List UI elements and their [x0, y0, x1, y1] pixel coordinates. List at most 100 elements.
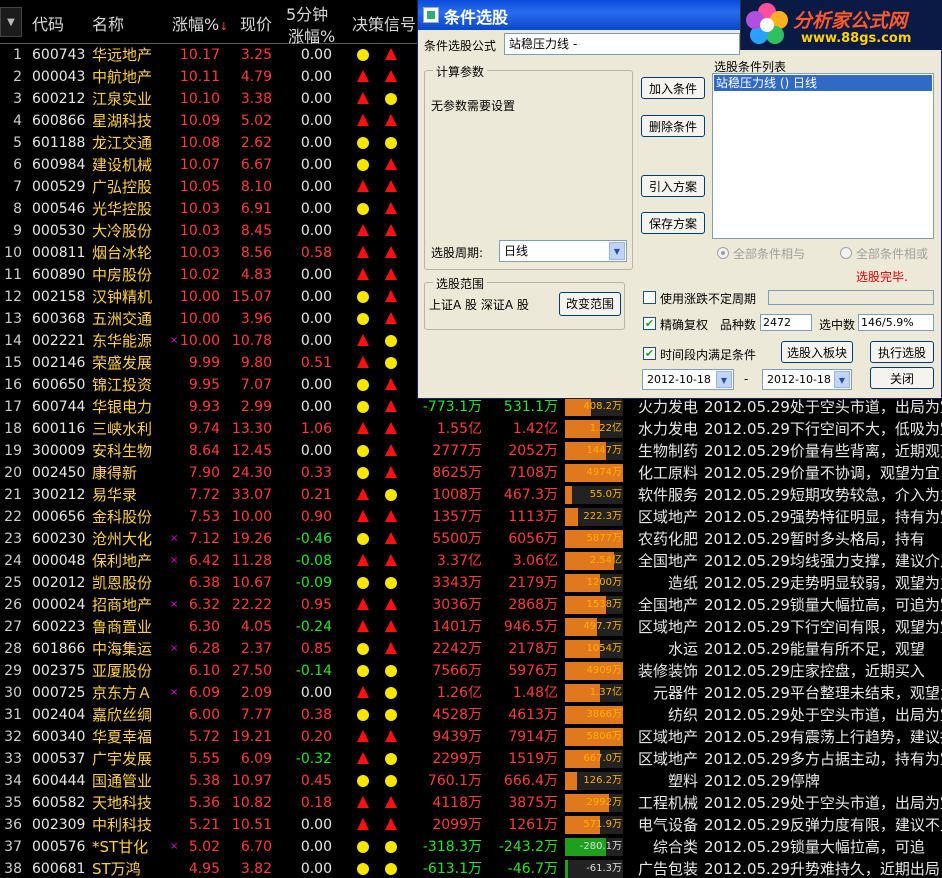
price: 6.67: [240, 157, 272, 173]
condition-list[interactable]: 站稳压力线 () 日线: [712, 73, 934, 239]
yellow-dot-icon: [357, 49, 369, 61]
date-from-picker[interactable]: 2012-10-18 ▼: [642, 369, 734, 390]
up-triangle-icon: [385, 378, 397, 390]
col-name[interactable]: 名称: [92, 11, 124, 35]
up-triangle-icon: [385, 510, 397, 522]
table-row[interactable]: 26 000024 招商地产 × 6.32 22.22 0.95 3036万 2868万 1538…: [0, 594, 942, 616]
flow-bar-label: -61.3万: [586, 863, 622, 874]
table-row[interactable]: 38 600681 ST万鸿 4.95 3.82 0.00 -613.1万 -46.7万 -61…: [0, 858, 942, 878]
signal-2: [384, 264, 398, 286]
up-triangle-icon: [385, 598, 397, 610]
table-row[interactable]: 19 300009 安科生物 8.64 12.45 0.00 2777万 2052万 1447万…: [0, 440, 942, 462]
delete-condition-button[interactable]: 删除条件: [641, 115, 705, 137]
run-screen-button[interactable]: 执行选股: [870, 341, 934, 363]
signal-2: [384, 594, 398, 616]
amount: 666.4万: [503, 773, 558, 789]
signal-2: [384, 176, 398, 198]
col-signal[interactable]: 决策信号: [352, 11, 416, 35]
close-button[interactable]: 关闭: [870, 367, 934, 389]
signal-1: [356, 484, 370, 506]
up-triangle-icon: [357, 180, 369, 192]
signal-1: [356, 154, 370, 176]
save-plan-button[interactable]: 保存方案: [641, 212, 705, 234]
signal-2: [384, 528, 398, 550]
change-range-button[interactable]: 改变范围: [559, 292, 621, 316]
date-to-picker[interactable]: 2012-10-18 ▼: [762, 369, 852, 390]
period-label: 选股周期:: [431, 246, 484, 260]
flow-bar-label: 1054万: [586, 643, 622, 654]
row-index: 19: [4, 443, 22, 459]
col-m5-top[interactable]: 5分钟: [286, 1, 328, 25]
up-triangle-icon: [385, 48, 397, 60]
stock-code: 600743: [32, 47, 86, 63]
table-row[interactable]: 35 600582 天地科技 5.36 10.82 0.18 4118万 3875万 2992万…: [0, 792, 942, 814]
up-triangle-icon: [385, 730, 397, 742]
net-flow: 2777万: [432, 443, 482, 459]
stock-name: 中利科技: [92, 816, 153, 834]
chevron-down-icon[interactable]: ▼: [834, 371, 850, 388]
radio-and[interactable]: [717, 247, 729, 259]
yellow-dot-icon: [357, 841, 369, 853]
amount: 946.5万: [503, 619, 558, 635]
table-row[interactable]: 30 000725 京东方Ａ × 6.09 2.09 0.00 1.26亿 1.48亿 1.37亿…: [0, 682, 942, 704]
table-row[interactable]: 25 002012 凯恩股份 6.38 10.67 -0.09 3343万 2179万 1200…: [0, 572, 942, 594]
table-row[interactable]: 20 002450 康得新 7.90 24.30 0.33 8625万 7108万 4974万 化…: [0, 462, 942, 484]
table-row[interactable]: 29 002375 亚厦股份 6.10 27.50 -0.14 7566万 5976万 4909…: [0, 660, 942, 682]
row-index: 28: [4, 641, 22, 657]
table-row[interactable]: 21 300212 易华录 7.72 33.07 0.21 1008万 467.3万 55.0万…: [0, 484, 942, 506]
up-triangle-icon: [385, 444, 397, 456]
col-price[interactable]: 现价: [240, 11, 272, 35]
precise-adjust-checkbox[interactable]: ✔: [643, 317, 656, 330]
table-row[interactable]: 23 600230 沧州大化 × 7.12 19.26 -0.46 5500万 6056万 587…: [0, 528, 942, 550]
table-row[interactable]: 36 002309 中利科技 5.21 10.51 0.00 2099万 1261万 571.9…: [0, 814, 942, 836]
radio-or[interactable]: [840, 247, 852, 259]
signal-1: [356, 66, 370, 88]
signal-1: [356, 176, 370, 198]
table-row[interactable]: 32 600340 华夏幸福 5.72 19.21 0.20 9439万 7914万 5806万…: [0, 726, 942, 748]
five-min-change: 0.85: [300, 641, 332, 657]
up-triangle-icon: [357, 818, 369, 830]
table-row[interactable]: 33 000537 广宇发展 5.55 6.09 -0.32 2299万 1519万 667.0…: [0, 748, 942, 770]
stock-code: 600230: [32, 531, 86, 547]
five-min-change: 0.33: [300, 465, 332, 481]
chevron-down-icon[interactable]: ▼: [716, 371, 732, 388]
table-row[interactable]: 34 600444 国通管业 5.38 10.97 0.45 760.1万 666.4万 126…: [0, 770, 942, 792]
table-row[interactable]: 27 600223 鲁商置业 6.30 4.05 -0.24 1401万 946.5万 497.…: [0, 616, 942, 638]
table-row[interactable]: 17 600744 华银电力 9.93 2.99 0.00 -773.1万 531.1万 408…: [0, 396, 942, 418]
signal-1: [356, 704, 370, 726]
add-condition-button[interactable]: 加入条件: [641, 77, 705, 99]
signal-1: [356, 506, 370, 528]
chevron-down-icon[interactable]: ▼: [609, 242, 625, 260]
table-row[interactable]: 22 000656 金科股份 7.53 10.00 0.90 1357万 1113万 222.3…: [0, 506, 942, 528]
table-row[interactable]: 28 601866 中海集运 × 6.28 2.37 0.85 2242万 2178万 1054万…: [0, 638, 942, 660]
amount: 3875万: [508, 795, 558, 811]
col-code[interactable]: 代码: [32, 11, 64, 35]
price: 2.62: [240, 135, 272, 151]
industry: 水力发电: [637, 420, 698, 438]
formula-select[interactable]: 站稳压力线 -: [504, 33, 740, 55]
period-select[interactable]: 日线 ▼: [499, 240, 627, 262]
table-row[interactable]: 31 002404 嘉欣丝绸 6.00 7.77 0.38 4528万 4613万 3866万 纺…: [0, 704, 942, 726]
stock-code: 000725: [32, 685, 86, 701]
signal-2: [384, 506, 398, 528]
table-row[interactable]: 18 600116 三峡水利 9.74 13.30 1.06 1.55亿 1.42亿 1.22亿…: [0, 418, 942, 440]
undetermined-period-checkbox[interactable]: [643, 291, 656, 304]
add-to-block-button[interactable]: 选股入板块: [781, 341, 853, 363]
row-index: 34: [4, 773, 22, 789]
import-plan-button[interactable]: 引入方案: [641, 175, 705, 197]
yellow-dot-icon: [357, 577, 369, 589]
col-pct[interactable]: 涨幅%↓: [172, 11, 228, 35]
price: 9.80: [240, 355, 272, 371]
up-triangle-icon: [385, 554, 397, 566]
time-range-checkbox[interactable]: ✔: [643, 347, 656, 360]
price: 27.50: [231, 663, 272, 679]
price: 7.07: [240, 377, 272, 393]
yellow-dot-icon: [385, 863, 397, 875]
table-row[interactable]: 37 000576 *ST甘化 × 5.02 6.70 0.00 -318.3万 -243.2万…: [0, 836, 942, 858]
condition-list-item[interactable]: 站稳压力线 () 日线: [714, 75, 932, 91]
table-row[interactable]: 24 000048 保利地产 × 6.42 11.28 -0.08 3.37亿 3.06亿 2.5…: [0, 550, 942, 572]
flow-bar: 2.54亿: [565, 552, 623, 570]
column-menu-button[interactable]: ▼: [0, 7, 22, 37]
flow-bar: 497.7万: [565, 618, 623, 636]
stock-code: 601866: [32, 641, 86, 657]
